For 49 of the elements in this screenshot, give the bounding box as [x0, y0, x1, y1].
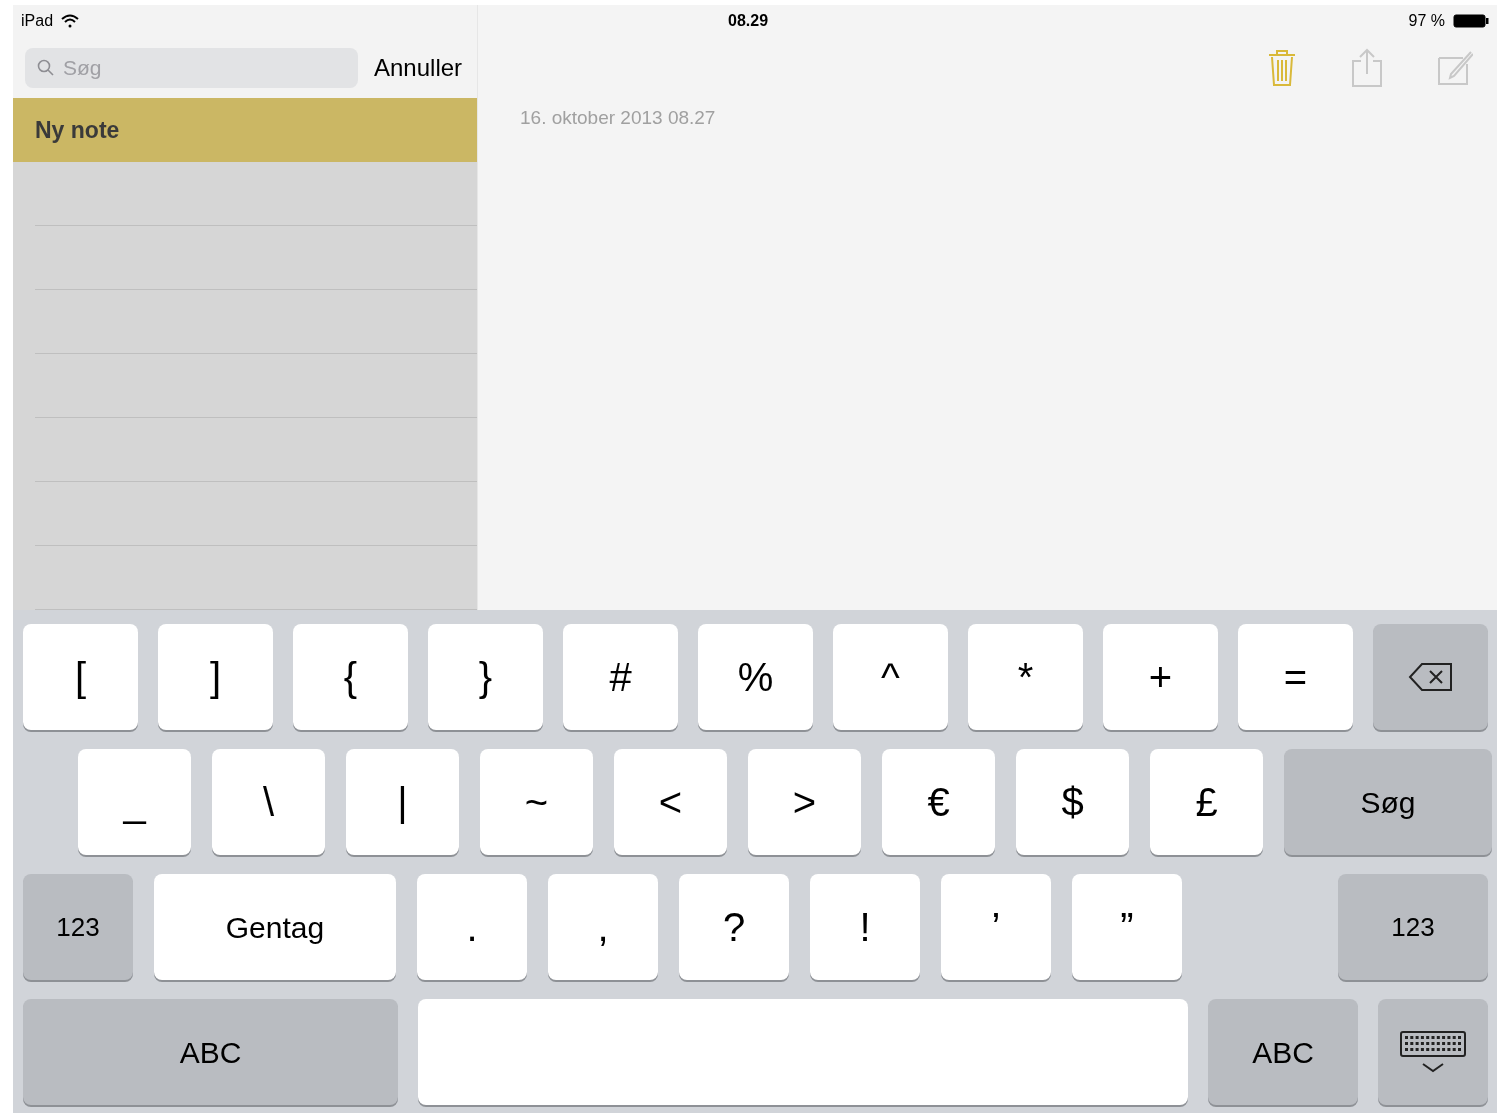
mode-key[interactable]: 123 — [23, 874, 133, 980]
search-icon — [37, 58, 55, 77]
keyboard-key[interactable]: . — [417, 874, 527, 980]
backspace-icon — [1407, 662, 1454, 692]
compose-icon[interactable] — [1437, 49, 1473, 86]
keyboard-key[interactable]: ” — [1072, 874, 1182, 980]
search-key[interactable]: Søg — [1284, 749, 1492, 855]
keyboard-key[interactable]: > — [748, 749, 861, 855]
trash-icon[interactable] — [1267, 48, 1297, 87]
keyboard-key[interactable]: { — [293, 624, 408, 730]
keyboard-key[interactable]: | — [346, 749, 459, 855]
mode-key[interactable]: ABC — [23, 999, 398, 1105]
keyboard-key[interactable]: £ — [1150, 749, 1263, 855]
keyboard-key[interactable]: = — [1238, 624, 1353, 730]
device-label: iPad — [21, 11, 54, 31]
mode-key[interactable]: ABC — [1208, 999, 1358, 1105]
keyboard-key[interactable]: ^ — [833, 624, 948, 730]
battery-icon — [1453, 14, 1489, 28]
note-list-item[interactable]: Ny note — [13, 98, 477, 162]
keyboard-key[interactable]: ’ — [941, 874, 1051, 980]
clock: 08.29 — [728, 11, 769, 31]
keyboard-key[interactable]: \ — [212, 749, 325, 855]
battery-percent: 97 % — [1408, 11, 1445, 31]
keyboard-key[interactable]: _ — [78, 749, 191, 855]
cancel-button[interactable]: Annuller — [374, 49, 463, 86]
note-date: 16. oktober 2013 08.27 — [519, 106, 717, 130]
search-field[interactable]: Søg — [25, 47, 358, 88]
mode-key[interactable]: 123 — [1338, 874, 1488, 980]
keyboard-key[interactable]: % — [698, 624, 813, 730]
keyboard-icon — [1399, 1030, 1467, 1074]
keyboard-key[interactable]: * — [968, 624, 1083, 730]
share-icon[interactable] — [1351, 47, 1383, 88]
keyboard-key[interactable]: € — [882, 749, 995, 855]
keyboard-key[interactable]: + — [1103, 624, 1218, 730]
space-key[interactable] — [418, 999, 1188, 1105]
keyboard-key[interactable]: ] — [158, 624, 273, 730]
keyboard-key[interactable]: # — [563, 624, 678, 730]
redo-key[interactable]: Gentag — [154, 874, 396, 980]
keyboard-key[interactable]: < — [614, 749, 727, 855]
keyboard-key[interactable]: , — [548, 874, 658, 980]
keyboard-key[interactable]: ~ — [480, 749, 593, 855]
keyboard-key[interactable]: ! — [810, 874, 920, 980]
backspace-key[interactable] — [1373, 624, 1488, 730]
keyboard-key[interactable]: } — [428, 624, 543, 730]
wifi-icon — [61, 14, 80, 28]
keyboard-key[interactable]: $ — [1016, 749, 1129, 855]
keyboard-key[interactable]: [ — [23, 624, 138, 730]
hide-keyboard-key[interactable] — [1378, 999, 1488, 1105]
keyboard-key[interactable]: ? — [679, 874, 789, 980]
